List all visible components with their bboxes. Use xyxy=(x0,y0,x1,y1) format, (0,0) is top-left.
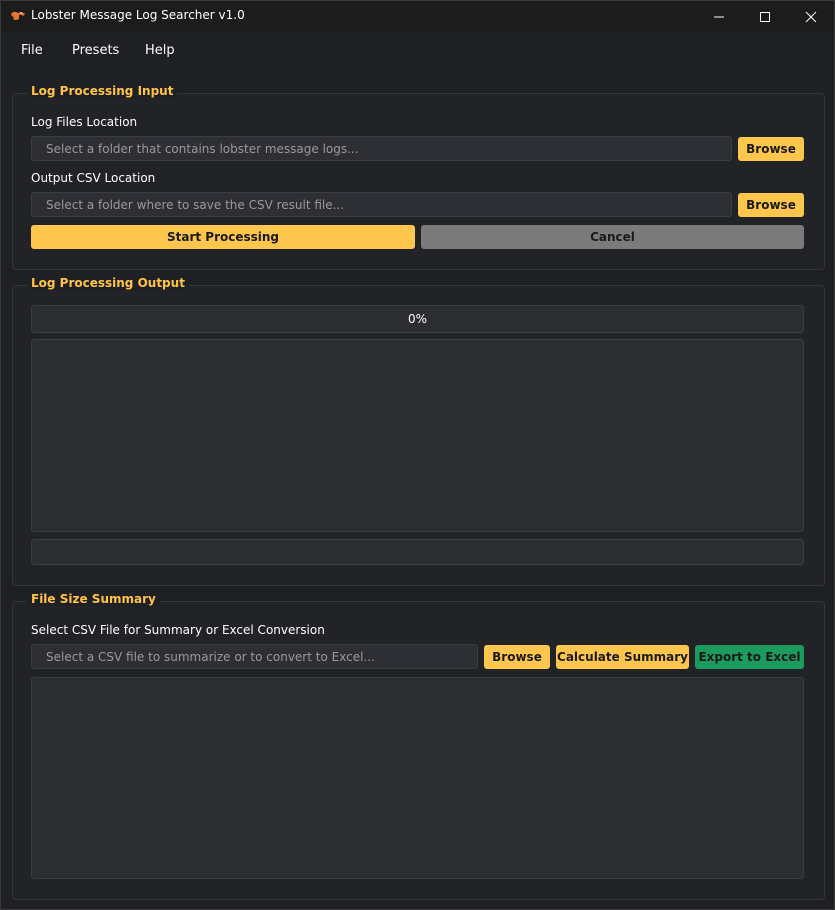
maximize-icon xyxy=(760,12,770,22)
title-bar: Lobster Message Log Searcher v1.0 xyxy=(1,1,834,32)
summary-output[interactable] xyxy=(31,677,804,879)
menu-presets[interactable]: Presets xyxy=(72,43,119,58)
lobster-icon xyxy=(11,11,25,20)
processing-log-output[interactable] xyxy=(31,339,804,532)
menu-file[interactable]: File xyxy=(21,43,43,58)
csv-file-input[interactable] xyxy=(31,644,478,669)
window-title: Lobster Message Log Searcher v1.0 xyxy=(31,8,245,22)
start-processing-button[interactable]: Start Processing xyxy=(31,225,415,249)
minimize-button[interactable] xyxy=(696,1,742,32)
log-processing-input-title: Log Processing Input xyxy=(27,84,178,98)
browse-log-files-button[interactable]: Browse xyxy=(738,137,804,161)
browse-csv-button[interactable]: Browse xyxy=(484,645,550,669)
output-csv-location-input[interactable] xyxy=(31,192,732,217)
cancel-button[interactable]: Cancel xyxy=(421,225,804,249)
close-button[interactable] xyxy=(788,1,834,32)
select-csv-file-label: Select CSV File for Summary or Excel Con… xyxy=(31,623,325,637)
menu-bar: File Presets Help xyxy=(1,32,834,70)
progress-text: 0% xyxy=(407,312,428,326)
close-icon xyxy=(805,11,817,23)
progress-bar: 0% xyxy=(31,305,804,333)
file-size-summary-title: File Size Summary xyxy=(27,592,160,606)
calculate-summary-button[interactable]: Calculate Summary xyxy=(556,645,689,669)
log-processing-output-title: Log Processing Output xyxy=(27,276,189,290)
minimize-icon xyxy=(714,16,724,18)
menu-help[interactable]: Help xyxy=(145,43,175,58)
status-line xyxy=(31,539,804,565)
export-to-excel-button[interactable]: Export to Excel xyxy=(695,645,804,669)
log-files-location-input[interactable] xyxy=(31,136,732,161)
maximize-button[interactable] xyxy=(742,1,788,32)
browse-output-csv-button[interactable]: Browse xyxy=(738,193,804,217)
output-csv-location-label: Output CSV Location xyxy=(31,171,156,185)
app-window: Lobster Message Log Searcher v1.0 File P… xyxy=(0,0,835,910)
log-files-location-label: Log Files Location xyxy=(31,115,138,129)
